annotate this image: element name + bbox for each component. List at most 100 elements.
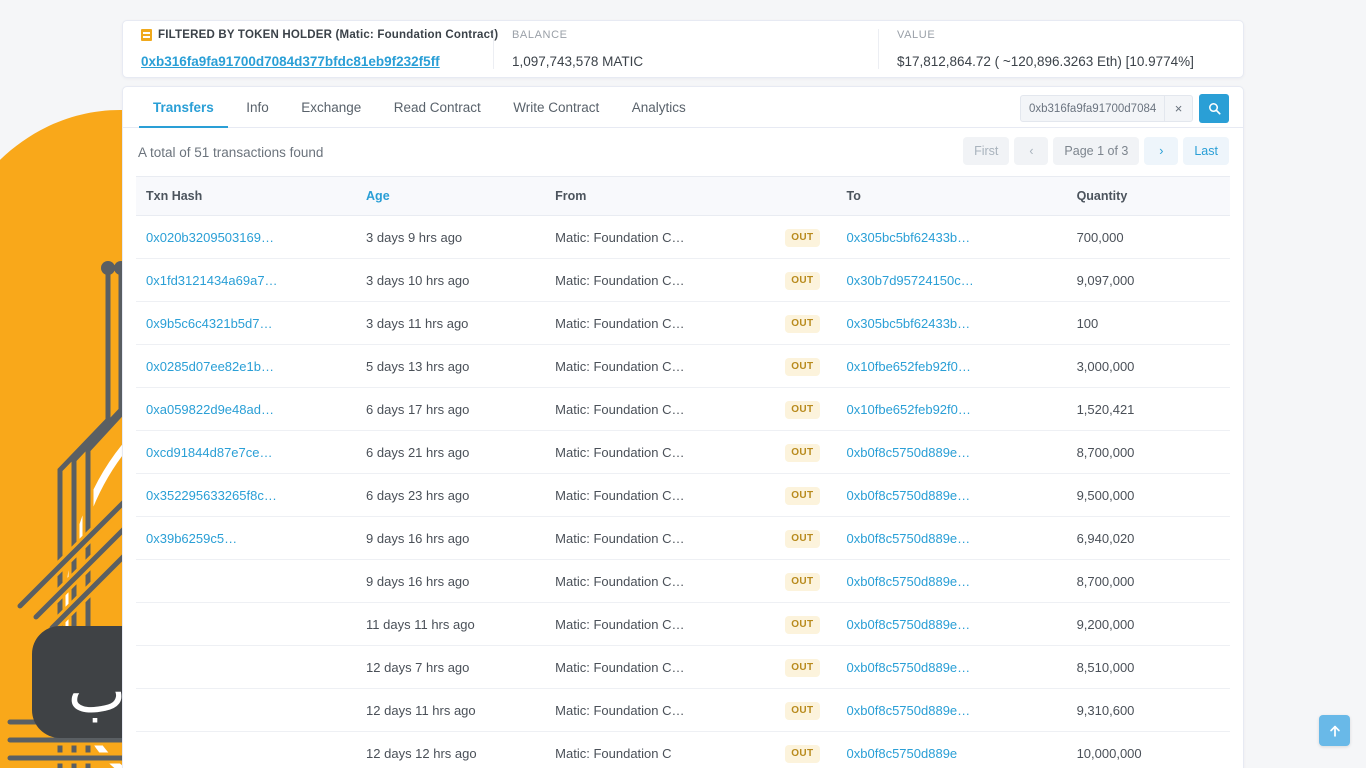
- cell-direction: OUT: [785, 645, 847, 689]
- cell-from: Matic: Foundation C…: [555, 344, 786, 388]
- cell-txn-hash: [136, 645, 367, 689]
- cell-quantity: 8,700,000: [1076, 559, 1230, 603]
- table-row: 0x39b6259c5… 9 days 16 hrs ago Matic: Foun…: [136, 516, 1230, 560]
- to-address-link[interactable]: 0x305bc5bf62433b…: [847, 316, 971, 331]
- cell-direction: OUT: [785, 258, 847, 302]
- search-submit-button[interactable]: [1199, 94, 1229, 123]
- tab-exchange[interactable]: Exchange: [287, 87, 375, 128]
- cell-age: 12 days 11 hrs ago: [366, 688, 556, 732]
- to-address-link[interactable]: 0xb0f8c5750d889e…: [847, 574, 971, 589]
- direction-badge-out: OUT: [785, 443, 820, 462]
- table-row: 0xcd91844d87e7ce… 6 days 21 hrs ago Matic:…: [136, 430, 1230, 474]
- column-header-txn-hash: Txn Hash: [136, 176, 367, 216]
- to-address-link[interactable]: 0x10fbe652feb92f0…: [847, 402, 971, 417]
- cell-direction: OUT: [785, 344, 847, 388]
- to-address-link[interactable]: 0x30b7d95724150c…: [847, 273, 974, 288]
- cell-age: 12 days 12 hrs ago: [366, 731, 556, 768]
- pagination-next-button[interactable]: ›: [1144, 137, 1179, 165]
- txn-hash-link[interactable]: 0x9b5c6c4321b5d7…: [146, 316, 273, 331]
- tab-write-contract[interactable]: Write Contract: [499, 87, 613, 128]
- cell-quantity: 9,097,000: [1076, 258, 1230, 302]
- cell-direction: OUT: [785, 731, 847, 768]
- search-icon: [1208, 103, 1221, 115]
- direction-badge-out: OUT: [785, 271, 820, 290]
- cell-to: 0x10fbe652feb92f0…: [846, 387, 1077, 431]
- tab-transfers[interactable]: Transfers: [139, 87, 228, 128]
- cell-from: Matic: Foundation C…: [555, 559, 786, 603]
- cell-from: Matic: Foundation C…: [555, 645, 786, 689]
- cell-quantity: 8,700,000: [1076, 430, 1230, 474]
- cell-to: 0xb0f8c5750d889e…: [846, 688, 1077, 732]
- transfers-table-body: 0x020b3209503169… 3 days 9 hrs ago Matic: …: [136, 215, 1230, 768]
- cell-from: Matic: Foundation C…: [555, 688, 786, 732]
- column-header-age[interactable]: Age: [366, 176, 556, 216]
- cell-to: 0xb0f8c5750d889e…: [846, 473, 1077, 517]
- column-header-direction: [785, 176, 847, 216]
- scroll-to-top-button[interactable]: [1319, 715, 1350, 746]
- tab-analytics[interactable]: Analytics: [618, 87, 700, 128]
- table-header-row: Txn Hash Age From To Quantity: [136, 176, 1230, 216]
- cell-age: 12 days 7 hrs ago: [366, 645, 556, 689]
- cell-direction: OUT: [785, 516, 847, 560]
- cell-quantity: 9,200,000: [1076, 602, 1230, 646]
- table-row: 0x9b5c6c4321b5d7… 3 days 11 hrs ago Matic:…: [136, 301, 1230, 345]
- direction-badge-out: OUT: [785, 228, 820, 247]
- search-clear-icon[interactable]: ×: [1164, 96, 1192, 121]
- cell-quantity: 8,510,000: [1076, 645, 1230, 689]
- filter-summary-text: FILTERED BY TOKEN HOLDER (Matic: Foundat…: [158, 29, 499, 41]
- to-address-link[interactable]: 0xb0f8c5750d889e…: [847, 703, 971, 718]
- transfers-panel: Transfers Info Exchange Read Contract Wr…: [122, 86, 1244, 768]
- cell-direction: OUT: [785, 215, 847, 259]
- to-address-link[interactable]: 0xb0f8c5750d889e…: [847, 445, 971, 460]
- cell-txn-hash: 0x1fd3121434a69a7…: [136, 258, 367, 302]
- to-address-link[interactable]: 0xb0f8c5750d889e…: [847, 617, 971, 632]
- cell-from: Matic: Foundation C…: [555, 215, 786, 259]
- cell-age: 5 days 13 hrs ago: [366, 344, 556, 388]
- to-address-link[interactable]: 0x305bc5bf62433b…: [847, 230, 971, 245]
- direction-badge-out: OUT: [785, 701, 820, 720]
- cell-to: 0x305bc5bf62433b…: [846, 215, 1077, 259]
- filter-summary-label: FILTERED BY TOKEN HOLDER (Matic: Foundat…: [141, 29, 498, 41]
- cell-quantity: 6,940,020: [1076, 516, 1230, 560]
- pagination-first-button[interactable]: First: [963, 137, 1010, 165]
- direction-badge-out: OUT: [785, 744, 820, 763]
- txn-hash-link[interactable]: 0x1fd3121434a69a7…: [146, 273, 278, 288]
- cell-to: 0xb0f8c5750d889e…: [846, 645, 1077, 689]
- tab-read-contract[interactable]: Read Contract: [380, 87, 495, 128]
- txn-hash-link[interactable]: 0x0285d07ee82e1b…: [146, 359, 274, 374]
- cell-age: 6 days 21 hrs ago: [366, 430, 556, 474]
- filtered-token-holder-address-link[interactable]: 0xb316fa9fa91700d7084d377bfdc81eb9f232f5…: [141, 54, 475, 69]
- table-row: 0x020b3209503169… 3 days 9 hrs ago Matic: …: [136, 215, 1230, 259]
- txn-hash-link[interactable]: 0x39b6259c5…: [146, 531, 237, 546]
- to-address-link[interactable]: 0xb0f8c5750d889e…: [847, 660, 971, 675]
- pagination: First ‹ Page 1 of 3 › Last: [963, 137, 1229, 165]
- tab-info[interactable]: Info: [232, 87, 283, 128]
- cell-txn-hash: 0x0285d07ee82e1b…: [136, 344, 367, 388]
- txn-hash-link[interactable]: 0x020b3209503169…: [146, 230, 274, 245]
- pagination-prev-button[interactable]: ‹: [1014, 137, 1049, 165]
- table-row: 12 days 12 hrs ago Matic: Foundation C OUT…: [136, 731, 1230, 768]
- cell-to: 0xb0f8c5750d889e…: [846, 430, 1077, 474]
- cell-to: 0x30b7d95724150c…: [846, 258, 1077, 302]
- to-address-link[interactable]: 0xb0f8c5750d889e…: [847, 488, 971, 503]
- cell-age: 3 days 9 hrs ago: [366, 215, 556, 259]
- cell-quantity: 9,500,000: [1076, 473, 1230, 517]
- cell-from: Matic: Foundation C…: [555, 301, 786, 345]
- pagination-last-button[interactable]: Last: [1183, 137, 1229, 165]
- cell-from: Matic: Foundation C…: [555, 473, 786, 517]
- transactions-total-text: A total of 51 transactions found: [138, 144, 324, 160]
- cell-age: 3 days 11 hrs ago: [366, 301, 556, 345]
- cell-to: 0x10fbe652feb92f0…: [846, 344, 1077, 388]
- txn-hash-link[interactable]: 0x352295633265f8c…: [146, 488, 277, 503]
- cell-quantity: 700,000: [1076, 215, 1230, 259]
- to-address-link[interactable]: 0xb0f8c5750d889e…: [847, 531, 971, 546]
- address-search-input[interactable]: [1021, 96, 1164, 121]
- to-address-link[interactable]: 0xb0f8c5750d889e: [847, 746, 958, 761]
- to-address-link[interactable]: 0x10fbe652feb92f0…: [847, 359, 971, 374]
- txn-hash-link[interactable]: 0xcd91844d87e7ce…: [146, 445, 273, 460]
- cell-age: 11 days 11 hrs ago: [366, 602, 556, 646]
- cell-direction: OUT: [785, 430, 847, 474]
- txn-hash-link[interactable]: 0xa059822d9e48ad…: [146, 402, 274, 417]
- cell-to: 0xb0f8c5750d889e…: [846, 559, 1077, 603]
- value-column: VALUE $17,812,864.72 ( ~120,896.3263 Eth…: [878, 29, 1243, 69]
